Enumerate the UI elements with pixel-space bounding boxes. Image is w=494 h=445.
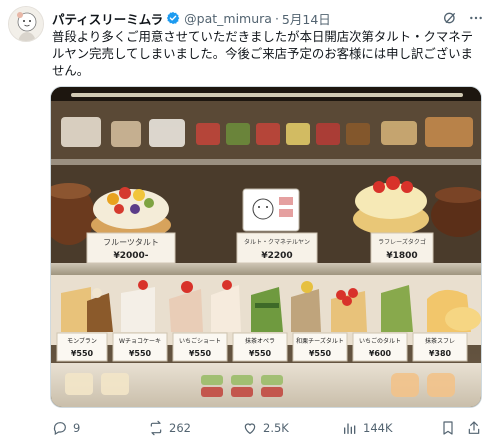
sign-cake6-price: ¥600: [369, 349, 392, 358]
views-icon: [344, 423, 356, 434]
cake-showcase-photo: フルーツタルト ¥2000- タルト・クマネテルヤン ¥2200 ラフレーズタク…: [51, 87, 481, 407]
sign-cake5-price: ¥550: [309, 349, 332, 358]
repost-icon: [150, 420, 162, 436]
repost-button[interactable]: 262: [148, 417, 191, 439]
sign-cake7: 抹茶スフレ: [425, 337, 455, 345]
handle[interactable]: @pat_mimura: [184, 11, 272, 26]
display-name[interactable]: パティスリーミムラ: [52, 9, 163, 28]
heart-icon: [244, 423, 256, 435]
sign-fruit-tart-price: ¥2000-: [113, 251, 148, 261]
more-options-icon[interactable]: [468, 10, 484, 26]
share-button[interactable]: [466, 417, 482, 439]
bookmark-button[interactable]: [440, 417, 456, 439]
post-date[interactable]: 5月14日: [282, 9, 331, 28]
verified-badge-icon: [167, 11, 180, 25]
sign-cake3-price: ¥550: [189, 349, 212, 358]
sign-kumanete-price: ¥2200: [261, 251, 292, 261]
grok-icon[interactable]: [442, 10, 458, 26]
sign-cream: ラフレーズタクゴ: [378, 238, 426, 246]
views-count: 144K: [363, 421, 393, 435]
sign-cake1: モンブラン: [67, 337, 97, 345]
like-button[interactable]: 2.5K: [242, 417, 289, 439]
post-text: 普段より多くご用意させていただきましたが本日開店次第タルト・クマネテルヤン完売し…: [52, 29, 474, 78]
sign-cake4: 抹茶オペラ: [245, 337, 275, 345]
separator-dot: ·: [274, 10, 279, 26]
avatar-illustration: [9, 7, 43, 41]
bookmark-icon: [443, 421, 453, 435]
reply-count: 9: [73, 421, 81, 435]
reply-icon: [53, 422, 66, 436]
sign-cake6: いちごのタルト: [359, 337, 401, 345]
sign-cake3: いちごショート: [179, 337, 221, 345]
sign-cake7-price: ¥380: [429, 349, 452, 358]
sign-cake4-price: ¥550: [249, 349, 272, 358]
header-actions: [442, 8, 484, 28]
sign-cake2-price: ¥550: [129, 349, 152, 358]
sign-cake2: Wチョコケーキ: [119, 338, 161, 345]
sign-cream-price: ¥1800: [386, 251, 417, 261]
views-button[interactable]: 144K: [342, 417, 393, 439]
sign-kumanete: タルト・クマネテルヤン: [244, 238, 310, 246]
post-header: パティスリーミムラ @pat_mimura · 5月14日: [52, 8, 484, 28]
avatar[interactable]: [8, 6, 44, 42]
like-count: 2.5K: [263, 421, 289, 435]
repost-count: 262: [169, 421, 191, 435]
reply-button[interactable]: 9: [52, 417, 80, 439]
sign-cake1-price: ¥550: [71, 349, 94, 358]
action-bar: 9 262 2.5K 144K: [52, 417, 484, 439]
share-icon: [468, 421, 480, 434]
sign-fruit-tart: フルーツタルト: [103, 238, 159, 247]
sign-cake5: 和栗チーズタルト: [296, 337, 344, 345]
post-image[interactable]: フルーツタルト ¥2000- タルト・クマネテルヤン ¥2200 ラフレーズタク…: [50, 86, 482, 408]
